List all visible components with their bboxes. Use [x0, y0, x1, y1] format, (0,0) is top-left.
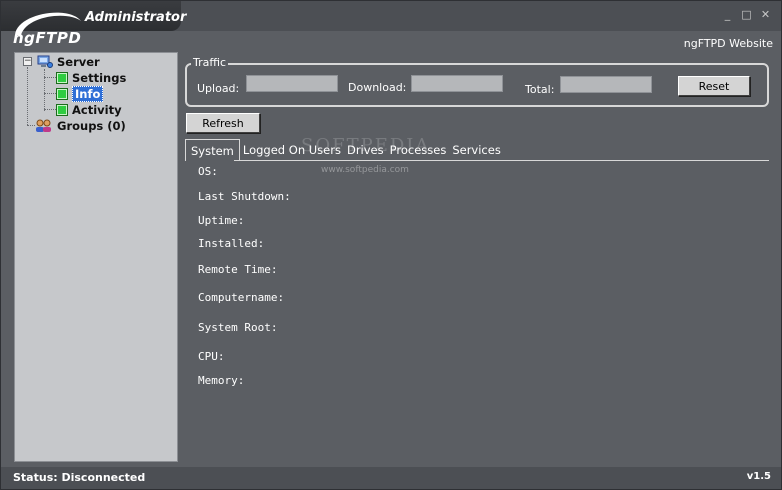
- close-icon[interactable]: ✕: [760, 9, 771, 20]
- info-label-system-root: System Root:: [198, 321, 278, 334]
- info-label-cpu: CPU:: [198, 350, 225, 363]
- info-label-remote-time: Remote Time:: [198, 263, 278, 276]
- info-label-os: OS:: [198, 165, 218, 178]
- tree-item-label: Settings: [72, 71, 127, 85]
- app-role-title: Administrator: [85, 10, 187, 25]
- tree-item-label: Activity: [72, 103, 122, 117]
- total-label: Total:: [525, 83, 555, 96]
- tree-item-label: Info: [72, 86, 104, 102]
- sidebar-tree[interactable]: − Server Settings Info Activity Groups (…: [14, 52, 178, 462]
- watermark-text: SOFTPEDIA: [301, 135, 431, 156]
- info-label-last-shutdown: Last Shutdown:: [198, 190, 291, 203]
- tree-line: [44, 69, 45, 111]
- status-bar: Status: Disconnected v1.5: [1, 467, 781, 489]
- tree-line: [27, 67, 28, 125]
- green-square-icon: [56, 104, 68, 116]
- download-label: Download:: [348, 81, 407, 94]
- reset-button[interactable]: Reset: [678, 76, 750, 96]
- status-text: Status: Disconnected: [13, 471, 146, 484]
- upload-label: Upload:: [197, 82, 240, 95]
- tree-item-label: Groups (0): [57, 119, 126, 133]
- tree-item-activity[interactable]: Activity: [56, 102, 122, 118]
- tree-item-groups[interactable]: Groups (0): [35, 118, 126, 134]
- tree-item-settings[interactable]: Settings: [56, 70, 126, 86]
- green-square-icon: [56, 88, 68, 100]
- tree-line: [44, 93, 56, 94]
- tree-line: [27, 125, 35, 126]
- traffic-legend: Traffic: [191, 56, 229, 69]
- tree-item-server[interactable]: Server: [37, 54, 100, 70]
- minimize-icon[interactable]: _: [722, 9, 733, 20]
- info-label-installed: Installed:: [198, 237, 265, 250]
- total-field: [560, 76, 652, 93]
- collapse-icon[interactable]: −: [23, 57, 32, 66]
- tab-services[interactable]: Services: [449, 139, 504, 161]
- window-controls: _ □ ✕: [722, 9, 771, 20]
- tree-line: [44, 77, 56, 78]
- upload-field: [246, 75, 338, 92]
- title-bar[interactable]: ngFTPD Administrator _ □ ✕: [1, 1, 781, 47]
- tab-divider: [234, 160, 769, 161]
- watermark-url: www.softpedia.com: [321, 165, 409, 175]
- version-label: v1.5: [746, 471, 771, 482]
- users-icon: [36, 119, 51, 132]
- website-link[interactable]: ngFTPD Website: [684, 37, 773, 50]
- tab-system[interactable]: System: [185, 139, 240, 161]
- server-icon: [37, 55, 53, 68]
- info-label-memory: Memory:: [198, 374, 245, 387]
- info-label-computername: Computername:: [198, 291, 285, 304]
- maximize-icon[interactable]: □: [741, 9, 752, 20]
- download-field: [411, 75, 503, 92]
- tree-item-label: Server: [57, 55, 100, 69]
- app-window: ngFTPD Administrator _ □ ✕ ngFTPD Websit…: [0, 0, 782, 490]
- tree-item-info[interactable]: Info: [56, 86, 104, 102]
- green-square-icon: [56, 72, 68, 84]
- app-logo: ngFTPD: [13, 29, 82, 47]
- info-label-uptime: Uptime:: [198, 214, 245, 227]
- tree-line: [44, 109, 56, 110]
- refresh-button[interactable]: Refresh: [186, 113, 260, 133]
